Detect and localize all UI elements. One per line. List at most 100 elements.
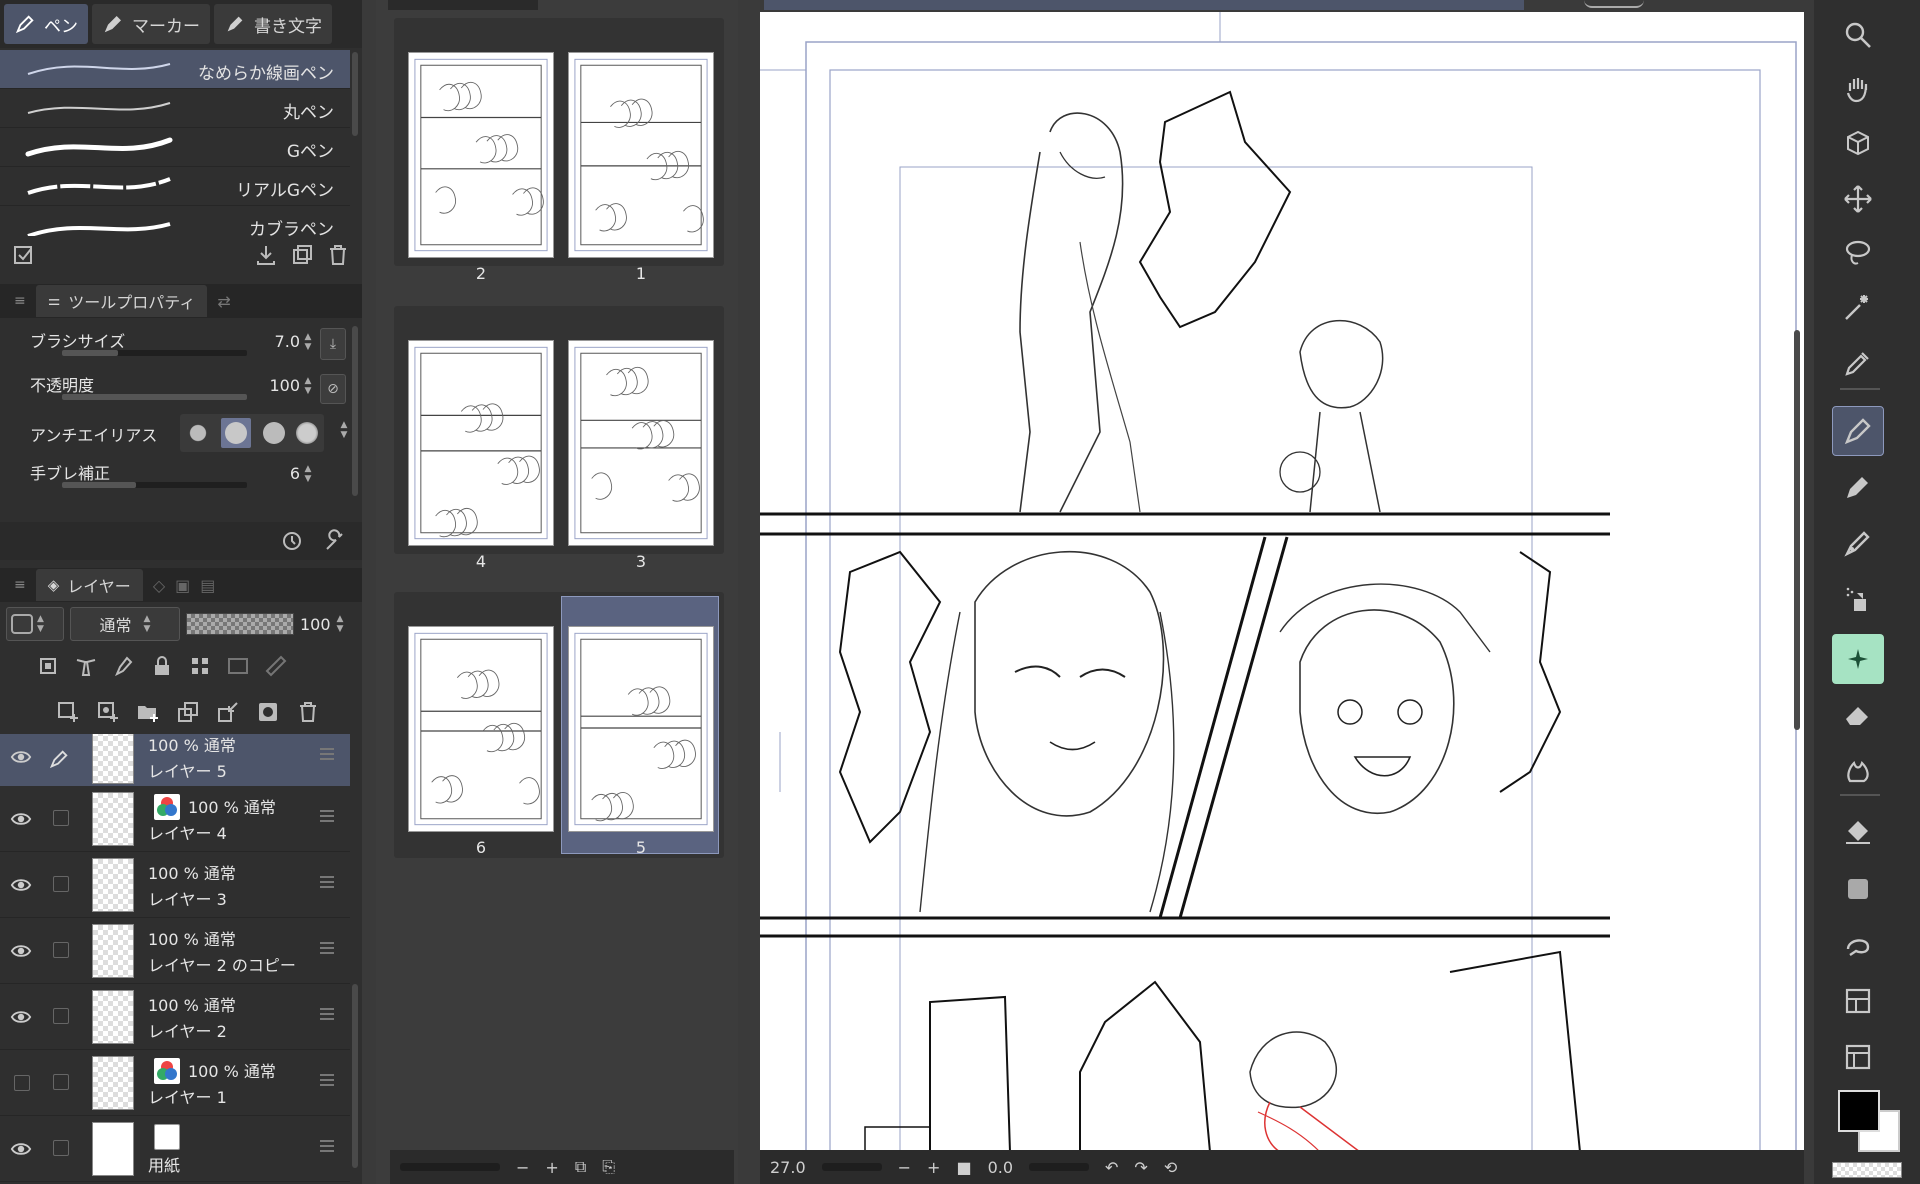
tool-property-scrollbar[interactable] [352,326,358,496]
page-thumbnail[interactable] [568,340,714,546]
rotate-left-icon[interactable]: ↶ [1105,1158,1118,1177]
new-raster-layer-button[interactable] [50,694,86,730]
opacity-spinner[interactable]: ▲ ▼ [302,376,314,398]
eye-icon[interactable] [10,1138,32,1160]
canvas-area[interactable]: 27.0 − + ■ 0.0 ↶ ↷ ⟲ [746,0,1804,1184]
layer-select-checkbox[interactable] [53,942,69,958]
layer-menu-icon[interactable] [320,1140,334,1152]
sub-tool-detail-button[interactable] [316,523,352,559]
tool-button-blend[interactable] [1832,746,1884,796]
delete-brush-button[interactable] [320,237,356,273]
layer-select-checkbox[interactable] [53,1140,69,1156]
material-tab-icon[interactable]: ▤ [200,576,215,595]
layer-row[interactable]: 100 % 通常 レイヤー 3 [0,852,350,918]
antialias-weak-icon[interactable] [221,418,252,448]
tool-button-fill[interactable] [1832,808,1884,858]
layer-menu-icon[interactable] [320,1008,334,1020]
layer-row[interactable]: 100 % 通常 レイヤー 4 [0,786,350,852]
tool-button-figure[interactable] [1832,920,1884,970]
eye-icon[interactable] [10,940,32,962]
mask-enable-button[interactable] [220,648,256,684]
layer-opacity-slider[interactable] [186,613,294,635]
layer-menu-icon[interactable] [320,876,334,888]
eye-icon[interactable] [10,874,32,896]
layer-menu-icon[interactable] [320,748,334,760]
brush-item-g-pen[interactable]: Gペン [0,128,350,167]
fit-icon[interactable]: ■ [956,1158,971,1177]
brush-size-property[interactable]: ブラシサイズ 7.0 ▲ ▼ ⤓ [22,326,352,368]
layer-color-toggle[interactable]: ▲ ▼ [6,607,64,641]
layer-select-checkbox[interactable] [53,1008,69,1024]
brush-item-kabura-pen[interactable]: カブラペン [0,206,350,236]
create-mask-button[interactable] [250,694,286,730]
manga-page-canvas[interactable] [760,12,1804,1152]
tool-button-brush[interactable] [1832,518,1884,568]
rotation-slider[interactable] [1029,1163,1090,1171]
page-thumbnail[interactable] [408,340,554,546]
layer-row[interactable]: 100 % 通常 レイヤー 2 [0,984,350,1050]
tool-button-magic-wand[interactable] [1832,282,1884,332]
layer-menu-icon[interactable] [320,810,334,822]
reset-property-button[interactable] [274,523,310,559]
tool-button-airbrush[interactable] [1832,574,1884,624]
panel-menu-icon[interactable]: ≡ [14,577,26,593]
new-vector-layer-button[interactable] [90,694,126,730]
tool-button-eraser[interactable] [1832,690,1884,740]
page-thumbnail[interactable] [408,52,554,258]
tool-button-eyedropper[interactable] [1832,338,1884,388]
panel-menu-icon[interactable]: ≡ [14,293,26,309]
ruler-enable-button[interactable] [258,648,294,684]
merge-down-button[interactable] [210,694,246,730]
layer-opacity-value[interactable]: 100 [300,615,331,634]
layer-row[interactable]: 用紙 [0,1116,350,1182]
import-brush-button[interactable] [248,237,284,273]
antialias-none-icon[interactable] [185,421,210,445]
reference-layer-button[interactable] [68,648,104,684]
stabilization-spinner[interactable]: ▲ ▼ [302,464,314,486]
rotation-value[interactable]: 0.0 [988,1158,1013,1177]
tool-button-hand[interactable] [1832,64,1884,114]
page-export-icon[interactable]: ⎘ [602,1157,615,1177]
layer-menu-icon[interactable] [320,942,334,954]
blend-mode-select[interactable]: 通常 ▲ ▼ [70,607,180,641]
layer-select-checkbox[interactable] [53,810,69,826]
zoom-in-icon[interactable]: + [545,1158,558,1177]
layer-list-scrollbar[interactable] [352,984,358,1168]
layer-row[interactable]: 100 % 通常 レイヤー 1 [0,1050,350,1116]
size-preset-button[interactable]: ⤓ [320,328,346,360]
duplicate-brush-button[interactable] [284,237,320,273]
main-color-swatch[interactable] [1838,1090,1880,1132]
pen-edit-icon[interactable] [48,748,70,770]
hidden-visibility-icon[interactable] [14,1075,30,1091]
brush-settings-button[interactable] [6,237,42,273]
antialias-medium-icon[interactable] [262,422,285,444]
draft-layer-button[interactable] [106,648,142,684]
tab-pen[interactable]: ペン [4,4,88,44]
opacity-value[interactable]: 100 [269,376,300,395]
link-icon[interactable]: ⇄ [217,292,230,311]
layer-row[interactable]: 100 % 通常 レイヤー 5 [0,734,350,790]
tool-button-pencil[interactable] [1832,462,1884,512]
stabilization-property[interactable]: 手ブレ補正 6 ▲ ▼ [22,458,352,500]
tool-button-move[interactable] [1832,174,1884,224]
delete-layer-button[interactable] [290,694,326,730]
layer-menu-icon[interactable] [320,1074,334,1086]
tool-button-zoom[interactable] [1832,10,1884,60]
canvas-tab[interactable] [764,0,1524,10]
eye-icon[interactable] [10,808,32,830]
zoom-in-icon[interactable]: + [927,1158,940,1177]
tab-tool-property[interactable]: ⚌ ツールプロパティ [35,285,208,317]
layer-select-checkbox[interactable] [53,1074,69,1090]
layer-property-tab-icon[interactable]: ◇ [153,576,165,595]
opacity-reset-button[interactable]: ⊘ [320,374,346,404]
page-thumbnail[interactable] [568,52,714,258]
clip-layer-button[interactable] [30,648,66,684]
brush-list-scrollbar[interactable] [352,52,358,136]
brush-size-value[interactable]: 7.0 [275,332,300,351]
lock-layer-button[interactable] [144,648,180,684]
tool-button-frame[interactable] [1832,976,1884,1026]
tool-button-ruler[interactable] [1832,1032,1884,1082]
lock-transparency-button[interactable] [182,648,218,684]
rotate-right-icon[interactable]: ↷ [1134,1158,1147,1177]
eye-icon[interactable] [10,1006,32,1028]
